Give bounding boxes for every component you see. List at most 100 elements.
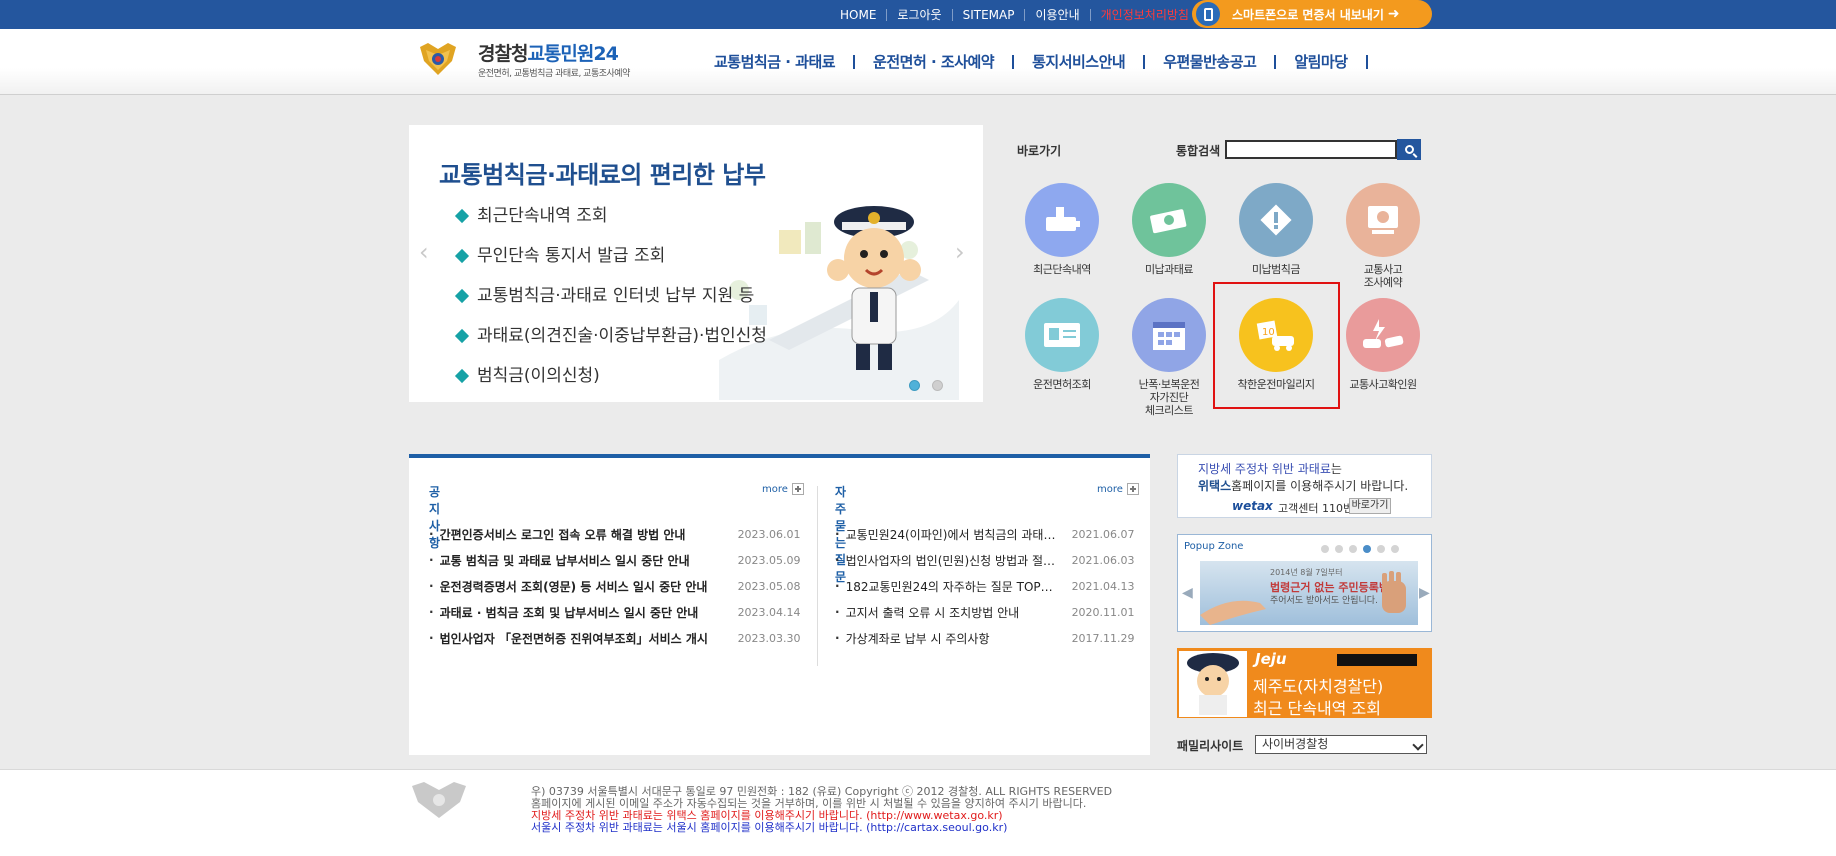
list-item[interactable]: · 법인사업자 「운전면허증 진위여부조회」서비스 개시 2023.03.30 bbox=[429, 625, 801, 651]
popup-pager bbox=[1321, 545, 1405, 553]
jeju-banner[interactable]: Jeju 제주도(자치경찰단) 최근 단속내역 조회 bbox=[1177, 648, 1432, 718]
banner-prev-button[interactable]: ‹ bbox=[419, 238, 429, 266]
popup-zone: Popup Zone ◀ 2014년 8월 7일부터 법령근거 없는 주민등록번… bbox=[1177, 534, 1432, 632]
logout-link[interactable]: 로그아웃 bbox=[887, 8, 953, 21]
quick-license-lookup[interactable]: 운전면허조회 bbox=[1012, 298, 1112, 391]
nav-returned-mail[interactable]: 우편물반송공고 bbox=[1145, 55, 1277, 70]
faq-more-button[interactable]: more bbox=[1097, 483, 1139, 495]
jeju-line-2: 최근 단속내역 조회 bbox=[1253, 699, 1381, 718]
calendar-icon bbox=[1132, 298, 1206, 372]
wetax-call-center: 고객센터 110번 bbox=[1278, 502, 1354, 515]
popup-zone-title: Popup Zone bbox=[1184, 541, 1244, 552]
popup-banner-image[interactable]: 2014년 8월 7일부터 법령근거 없는 주민등록번호 주어서도 받아서도 안… bbox=[1200, 561, 1418, 625]
site-footer: 우) 03739 서울특별시 서대문구 통일로 97 민원전화 : 182 (유… bbox=[0, 769, 1836, 856]
notice-list: · 간편인증서비스 로그인 접속 오류 해결 방법 안내 2023.06.01 · 교… bbox=[429, 521, 801, 651]
logo-subtitle: 운전면허, 교통범칙금 과태료, 교통조사예약 bbox=[478, 69, 630, 79]
main-banner: 교통범칙금·과태료의 편리한 납부 최근단속내역 조회 무인단속 통지서 발급 … bbox=[409, 125, 983, 402]
banner-next-button[interactable]: › bbox=[955, 238, 965, 266]
diamond-bullet-icon bbox=[454, 368, 470, 384]
popup-page-dot[interactable] bbox=[1391, 545, 1399, 553]
search-button[interactable] bbox=[1397, 139, 1421, 160]
diamond-bullet-icon bbox=[454, 328, 470, 344]
quick-label: 난폭·보복운전 자가진단 체크리스트 bbox=[1138, 378, 1200, 417]
quick-accident-reservation[interactable]: 교통사고 조사예약 bbox=[1333, 183, 1433, 289]
popup-page-dot[interactable] bbox=[1335, 545, 1343, 553]
quick-reckless-driving-checklist[interactable]: 난폭·보복운전 자가진단 체크리스트 bbox=[1119, 298, 1219, 417]
family-site-select[interactable]: 사이버경찰청 bbox=[1255, 735, 1427, 754]
smartphone-icon bbox=[1196, 2, 1220, 26]
banner-item[interactable]: 범칙금(이의신청) bbox=[454, 365, 767, 402]
popup-next-button[interactable]: ▶ bbox=[1419, 585, 1430, 601]
popup-page-dot[interactable] bbox=[1377, 545, 1385, 553]
top-utility-bar: HOME 로그아웃 SITEMAP 이용안내 개인정보처리방침 스마트폰으로 면… bbox=[0, 0, 1836, 29]
wetax-line-1: 지방세 주정차 위반 과태료는 bbox=[1198, 462, 1342, 476]
privacy-policy-link[interactable]: 개인정보처리방침 bbox=[1091, 9, 1199, 21]
list-item[interactable]: · 교통 범칙금 및 과태료 납부서비스 일시 중단 안내 2023.05.09 bbox=[429, 547, 801, 573]
list-item[interactable]: · 고지서 출력 오류 시 조치방법 안내 2020.11.01 bbox=[835, 599, 1135, 625]
popup-text: 2014년 8월 7일부터 bbox=[1270, 568, 1343, 577]
top-links: HOME 로그아웃 SITEMAP 이용안내 개인정보처리방침 bbox=[830, 0, 1199, 29]
police-emblem-icon bbox=[420, 43, 456, 75]
popup-prev-button[interactable]: ◀ bbox=[1182, 585, 1193, 601]
banner-service-list: 최근단속내역 조회 무인단속 통지서 발급 조회 교통범칙금·과태료 인터넷 납… bbox=[454, 205, 767, 402]
quick-unpaid-penalty[interactable]: 미납범칙금 bbox=[1226, 183, 1326, 276]
home-link[interactable]: HOME bbox=[830, 8, 888, 21]
wetax-banner[interactable]: 지방세 주정차 위반 과태료는 위택스홈페이지를 이용해주시기 바랍니다. we… bbox=[1177, 454, 1432, 518]
search-label: 통합검색 bbox=[1176, 144, 1221, 158]
computer-icon bbox=[1346, 183, 1420, 257]
quick-label: 미납범칙금 bbox=[1251, 263, 1301, 276]
banner-item[interactable]: 교통범칙금·과태료 인터넷 납부 지원 등 bbox=[454, 285, 767, 325]
quick-label: 미납과태료 bbox=[1144, 263, 1194, 276]
banner-page-dot[interactable] bbox=[909, 380, 920, 391]
banner-item[interactable]: 과태료(의견진술·이중납부환급)·법인신청 bbox=[454, 325, 767, 365]
popup-page-dot[interactable] bbox=[1321, 545, 1329, 553]
notice-more-button[interactable]: more bbox=[762, 483, 804, 495]
money-icon bbox=[1132, 183, 1206, 257]
list-item[interactable]: ·교통민원24(이파인)에서 범칙금의 과태료 문의2021.06.07 bbox=[835, 521, 1135, 547]
family-site-label: 패밀리사이트 bbox=[1177, 739, 1244, 753]
search-input[interactable] bbox=[1225, 140, 1397, 159]
arrow-right-icon: ➜ bbox=[1387, 6, 1400, 22]
quick-unpaid-fines[interactable]: 미납과태료 bbox=[1119, 183, 1219, 276]
search-icon bbox=[1404, 145, 1414, 154]
nav-fines[interactable]: 교통범칙금 · 과태료 bbox=[714, 55, 856, 70]
nav-notification[interactable]: 통지서비스안내 bbox=[1014, 55, 1146, 70]
highlight-box bbox=[1213, 282, 1340, 409]
quick-accident-certificate[interactable]: 교통사고확인원 bbox=[1333, 298, 1433, 391]
banner-item[interactable]: 최근단속내역 조회 bbox=[454, 205, 767, 245]
nav-license[interactable]: 운전면허 · 조사예약 bbox=[855, 55, 1015, 70]
guide-link[interactable]: 이용안내 bbox=[1025, 8, 1091, 21]
list-item[interactable]: ·법인사업자의 법인(민원)신청 방법과 절차 안내2021.06.03 bbox=[835, 547, 1135, 573]
banner-page-dot[interactable] bbox=[932, 380, 943, 391]
list-item[interactable]: · 간편인증서비스 로그인 접속 오류 해결 방법 안내 2023.06.01 bbox=[429, 521, 801, 547]
banner-title: 교통범칙금·과태료의 편리한 납부 bbox=[439, 161, 766, 189]
wetax-logo: wetax bbox=[1232, 499, 1273, 513]
quick-label: 운전면허조회 bbox=[1033, 378, 1091, 391]
nav-notice[interactable]: 알림마당 bbox=[1276, 55, 1368, 70]
site-logo[interactable]: 경찰청교통민원24 운전면허, 교통범칙금 과태료, 교통조사예약 bbox=[418, 39, 648, 85]
banner-item[interactable]: 무인단속 통지서 발급 조회 bbox=[454, 245, 767, 285]
footer-text: 우) 03739 서울특별시 서대문구 통일로 97 민원전화 : 182 (유… bbox=[531, 786, 1112, 834]
jeju-title: Jeju bbox=[1255, 650, 1287, 668]
smartphone-export-button[interactable]: 스마트폰으로 면증서 내보내기 ➜ bbox=[1192, 0, 1432, 28]
logo-title: 경찰청교통민원24 bbox=[478, 43, 619, 65]
quick-recent-violations[interactable]: 최근단속내역 bbox=[1012, 183, 1112, 276]
plus-icon bbox=[1126, 483, 1139, 495]
list-item[interactable]: · 가상계좌로 납부 시 주의사항 2017.11.29 bbox=[835, 625, 1135, 651]
popup-page-dot[interactable] bbox=[1363, 545, 1371, 553]
plus-icon bbox=[791, 483, 804, 495]
quick-label: 최근단속내역 bbox=[1033, 263, 1091, 276]
wetax-go-button[interactable]: 바로가기 bbox=[1349, 498, 1391, 514]
list-item[interactable]: · 과태료 · 범칙금 조회 및 납부서비스 일시 중단 안내 2023.04.14 bbox=[429, 599, 801, 625]
accident-icon bbox=[1346, 298, 1420, 372]
diamond-bullet-icon bbox=[454, 248, 470, 264]
quick-label: 교통사고 조사예약 bbox=[1363, 263, 1403, 289]
list-item[interactable]: · 182교통민원24의 자주하는 질문 TOP16 2021.04.13 bbox=[835, 573, 1135, 599]
popup-text: 주어서도 받아서도 안됩니다. bbox=[1270, 596, 1378, 606]
list-item[interactable]: · 운전경력증명서 조회(영문) 등 서비스 일시 중단 안내 2023.05.08 bbox=[429, 573, 801, 599]
id-card-icon bbox=[1025, 298, 1099, 372]
sitemap-link[interactable]: SITEMAP bbox=[953, 8, 1026, 21]
footer-seoul-link[interactable]: 서울시 주정차 위반 과태료는 서울시 홈페이지를 이용해주시기 바랍니다. (… bbox=[531, 822, 1112, 834]
popup-page-dot[interactable] bbox=[1349, 545, 1357, 553]
board-divider bbox=[817, 486, 818, 666]
